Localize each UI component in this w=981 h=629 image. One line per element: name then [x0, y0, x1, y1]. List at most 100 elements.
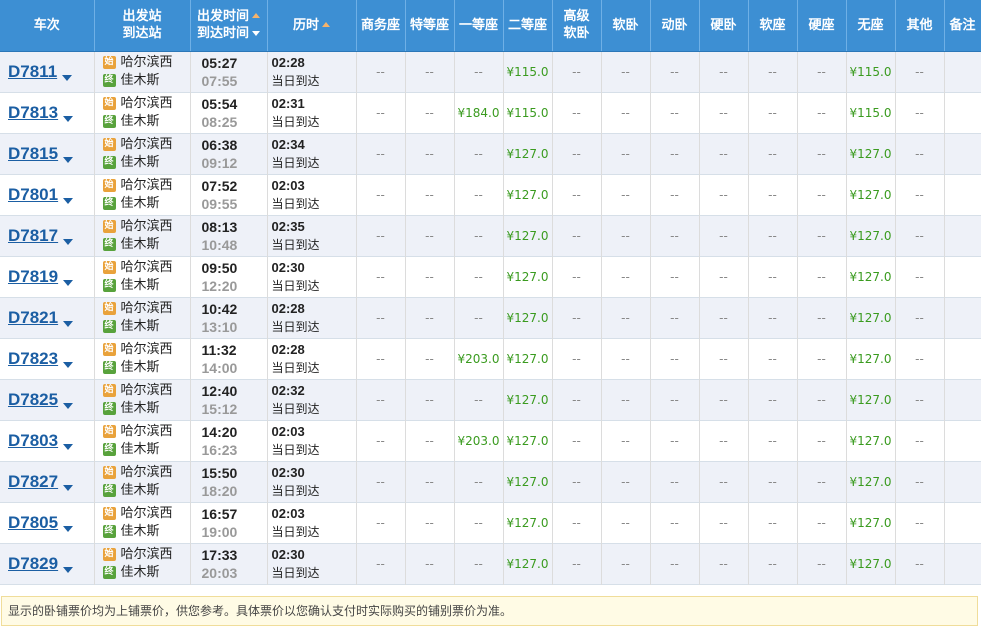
train-number-link[interactable]: D7817 — [8, 226, 58, 245]
train-number-link[interactable]: D7819 — [8, 267, 58, 286]
train-cell[interactable]: D7829 — [0, 543, 95, 584]
expand-stops-icon[interactable] — [62, 75, 73, 81]
arrive-time: 10:48 — [201, 236, 238, 253]
stations-cell: 始哈尔滨西终佳木斯 — [94, 502, 191, 543]
train-number-link[interactable]: D7813 — [8, 103, 58, 122]
header-duration[interactable]: 历时 — [267, 0, 357, 52]
train-number-link[interactable]: D7829 — [8, 554, 58, 573]
expand-stops-icon[interactable] — [63, 362, 74, 368]
seat-price-cell — [944, 215, 981, 256]
seat-price-cell: -- — [601, 297, 651, 338]
seat-price-cell: -- — [797, 174, 847, 215]
times-cell: 08:13 10:48 — [190, 215, 268, 256]
train-number-link[interactable]: D7825 — [8, 390, 58, 409]
seat-price-cell: ¥127.0 — [503, 502, 553, 543]
ticket-results-table: 车次 出发站 到达站 出发时间 到达时间 历时 商务座 特等座 一等座 二等座 … — [0, 0, 981, 585]
seat-price-cell: -- — [405, 379, 455, 420]
seat-price-cell: ¥127.0 — [503, 297, 553, 338]
train-cell[interactable]: D7813 — [0, 92, 95, 133]
train-cell[interactable]: D7825 — [0, 379, 95, 420]
seat-price-cell: -- — [797, 92, 847, 133]
header-depart-time[interactable]: 出发时间 — [197, 9, 249, 24]
seat-price-cell: -- — [405, 256, 455, 297]
sort-asc-icon[interactable] — [252, 13, 260, 19]
seat-price-cell: -- — [356, 297, 406, 338]
expand-stops-icon[interactable] — [63, 403, 74, 409]
train-number-link[interactable]: D7823 — [8, 349, 58, 368]
header-seat-special: 特等座 — [405, 0, 455, 52]
arrive-note: 当日到达 — [271, 360, 320, 375]
sort-asc-icon[interactable] — [322, 21, 330, 27]
train-number-link[interactable]: D7827 — [8, 472, 58, 491]
seat-price-cell: -- — [650, 502, 700, 543]
train-cell[interactable]: D7827 — [0, 461, 95, 502]
start-station-icon: 始 — [102, 138, 116, 151]
header-arrive-time[interactable]: 到达时间 — [197, 26, 249, 41]
header-stations: 出发站 到达站 — [94, 0, 191, 52]
seat-price-cell: ¥127.0 — [503, 420, 553, 461]
seat-price-cell: -- — [748, 461, 798, 502]
train-cell[interactable]: D7817 — [0, 215, 95, 256]
train-cell[interactable]: D7805 — [0, 502, 95, 543]
end-station-icon: 终 — [102, 443, 116, 456]
seat-price-cell: -- — [699, 92, 749, 133]
seat-price-cell: -- — [748, 297, 798, 338]
train-number-link[interactable]: D7811 — [8, 62, 57, 81]
expand-stops-icon[interactable] — [63, 198, 74, 204]
stations-cell: 始哈尔滨西终佳木斯 — [94, 51, 191, 92]
train-cell[interactable]: D7811 — [0, 51, 95, 92]
train-cell[interactable]: D7821 — [0, 297, 95, 338]
train-number-link[interactable]: D7815 — [8, 144, 58, 163]
from-station: 哈尔滨西 — [120, 423, 173, 439]
start-station-icon: 始 — [102, 425, 116, 438]
seat-price-cell: -- — [601, 502, 651, 543]
seat-price-cell: -- — [356, 461, 406, 502]
expand-stops-icon[interactable] — [63, 157, 74, 163]
seat-price-cell: -- — [699, 543, 749, 584]
train-number-link[interactable]: D7803 — [8, 431, 58, 450]
seat-price-cell: -- — [650, 133, 700, 174]
end-station-icon: 终 — [102, 279, 116, 292]
seat-price-cell: ¥127.0 — [846, 297, 896, 338]
expand-stops-icon[interactable] — [63, 526, 74, 532]
table-row: D7817 始哈尔滨西终佳木斯 08:13 10:48 02:35 当日到达 -- -- -- ¥… — [0, 215, 981, 256]
duration: 02:35 — [271, 218, 305, 234]
train-cell[interactable]: D7801 — [0, 174, 95, 215]
seat-price-cell: -- — [748, 133, 798, 174]
to-station: 佳木斯 — [120, 72, 160, 88]
train-number-link[interactable]: D7801 — [8, 185, 58, 204]
seat-price-cell: -- — [895, 461, 945, 502]
train-cell[interactable]: D7803 — [0, 420, 95, 461]
header-times[interactable]: 出发时间 到达时间 — [190, 0, 268, 52]
duration: 02:28 — [271, 300, 305, 316]
header-seat-deluxe-sleeper-label: 高级软卧 — [563, 9, 590, 42]
start-station-icon: 始 — [102, 97, 116, 110]
expand-stops-icon[interactable] — [63, 116, 74, 122]
seat-price-cell: -- — [650, 379, 700, 420]
seat-price-cell: -- — [748, 379, 798, 420]
expand-stops-icon[interactable] — [63, 444, 74, 450]
expand-stops-icon[interactable] — [63, 567, 74, 573]
sort-desc-icon[interactable] — [252, 31, 260, 37]
start-station-icon: 始 — [102, 220, 116, 233]
expand-stops-icon[interactable] — [63, 280, 74, 286]
seat-price-cell: -- — [601, 51, 651, 92]
depart-time: 05:54 — [201, 95, 238, 112]
seat-price-cell: ¥127.0 — [846, 502, 896, 543]
expand-stops-icon[interactable] — [63, 321, 74, 327]
expand-stops-icon[interactable] — [63, 485, 74, 491]
train-cell[interactable]: D7823 — [0, 338, 95, 379]
train-cell[interactable]: D7815 — [0, 133, 95, 174]
to-station: 佳木斯 — [120, 523, 160, 539]
train-number-link[interactable]: D7805 — [8, 513, 58, 532]
header-duration-label[interactable]: 历时 — [293, 18, 319, 33]
train-cell[interactable]: D7819 — [0, 256, 95, 297]
seat-price-cell: -- — [650, 543, 700, 584]
seat-price-cell: -- — [454, 215, 504, 256]
end-station-icon: 终 — [102, 320, 116, 333]
expand-stops-icon[interactable] — [63, 239, 74, 245]
start-station-icon: 始 — [102, 466, 116, 479]
duration: 02:30 — [271, 464, 305, 480]
to-station: 佳木斯 — [120, 400, 160, 416]
train-number-link[interactable]: D7821 — [8, 308, 58, 327]
